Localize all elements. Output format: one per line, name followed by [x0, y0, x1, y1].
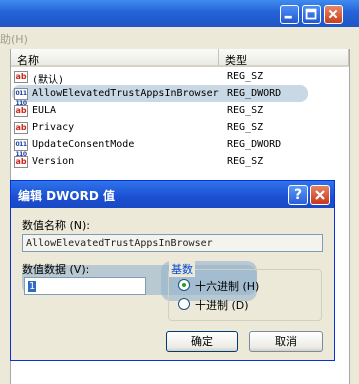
maximize-icon: [305, 8, 317, 20]
list-row[interactable]: ab (默认) REG_SZ: [14, 69, 349, 86]
value-name-label: 数值名称 (N):: [22, 219, 91, 232]
value-type: REG_DWORD: [227, 88, 282, 99]
value-name-field: AllowElevatedTrustAppsInBrowser: [22, 234, 323, 252]
value-name: EULA: [32, 105, 57, 116]
menu-item-help[interactable]: 助(H): [0, 31, 28, 47]
string-value-icon: ab: [14, 156, 28, 168]
column-header-type-label: 类型: [225, 54, 247, 67]
hex-radio[interactable]: [178, 279, 190, 291]
value-name: (默认): [32, 75, 65, 86]
string-value-icon: ab: [14, 105, 28, 117]
value-type: REG_SZ: [227, 71, 264, 82]
string-value-icon: ab: [14, 71, 28, 83]
close-icon: [328, 9, 338, 19]
hex-radio-label[interactable]: 十六进制 (H): [195, 278, 259, 294]
radio-selected-dot: [182, 283, 186, 287]
dialog-close-button[interactable]: [310, 185, 330, 205]
value-type: REG_SZ: [227, 156, 264, 167]
cancel-button-label: 取消: [275, 335, 297, 348]
list-row[interactable]: ab EULA REG_SZ: [14, 103, 349, 120]
help-button[interactable]: ?: [288, 185, 308, 205]
value-name: UpdateConsentMode: [32, 139, 135, 150]
value-data-input[interactable]: 1: [24, 277, 146, 295]
window-right-edge: [349, 49, 359, 384]
close-window-button[interactable]: [324, 5, 343, 24]
value-data-text: 1: [28, 281, 37, 292]
column-header-name-label: 名称: [17, 54, 39, 67]
value-type: REG_DWORD: [227, 139, 282, 150]
dialog-titlebar: 编辑 DWORD 值 ?: [11, 181, 334, 208]
window-titlebar: [0, 0, 359, 27]
list-row[interactable]: 011 110 UpdateConsentMode REG_DWORD: [14, 137, 349, 158]
menu-bar: 助(H): [0, 27, 359, 50]
ok-button-label: 确定: [191, 335, 213, 348]
list-row[interactable]: ab Version REG_SZ: [14, 154, 349, 171]
cancel-button[interactable]: 取消: [249, 331, 323, 352]
dialog-title: 编辑 DWORD 值: [18, 189, 115, 203]
string-value-icon: ab: [14, 122, 28, 134]
list-row[interactable]: ab Privacy REG_SZ: [14, 120, 349, 137]
value-type: REG_SZ: [227, 105, 264, 116]
value-name: Privacy: [32, 122, 75, 133]
list-row[interactable]: 011 110 AllowElevatedTrustAppsInBrowser R…: [14, 86, 349, 107]
edit-dword-dialog: 编辑 DWORD 值 ? 数值名称 (N): AllowElevatedTrus…: [10, 180, 335, 361]
dword-value-icon: 011 110: [14, 139, 28, 158]
dec-radio[interactable]: [178, 298, 190, 310]
close-icon: [315, 190, 325, 200]
ok-button[interactable]: 确定: [166, 331, 238, 352]
value-data-label: 数值数据 (V):: [22, 263, 90, 276]
column-header-type[interactable]: 类型: [219, 49, 349, 67]
minimize-button[interactable]: [280, 5, 299, 24]
value-name-text: AllowElevatedTrustAppsInBrowser: [26, 238, 213, 249]
value-type: REG_SZ: [227, 122, 264, 133]
help-icon: ?: [293, 187, 303, 203]
value-name: AllowElevatedTrustAppsInBrowser: [32, 88, 219, 99]
dec-radio-label[interactable]: 十进制 (D): [195, 297, 249, 313]
value-name: Version: [32, 156, 75, 167]
base-label: 基数: [169, 261, 195, 277]
maximize-button[interactable]: [302, 5, 321, 24]
minimize-icon: [284, 15, 292, 19]
dword-value-icon: 011 110: [14, 88, 28, 107]
column-header-name[interactable]: 名称: [11, 49, 219, 67]
list-header: 名称 类型: [11, 49, 349, 68]
